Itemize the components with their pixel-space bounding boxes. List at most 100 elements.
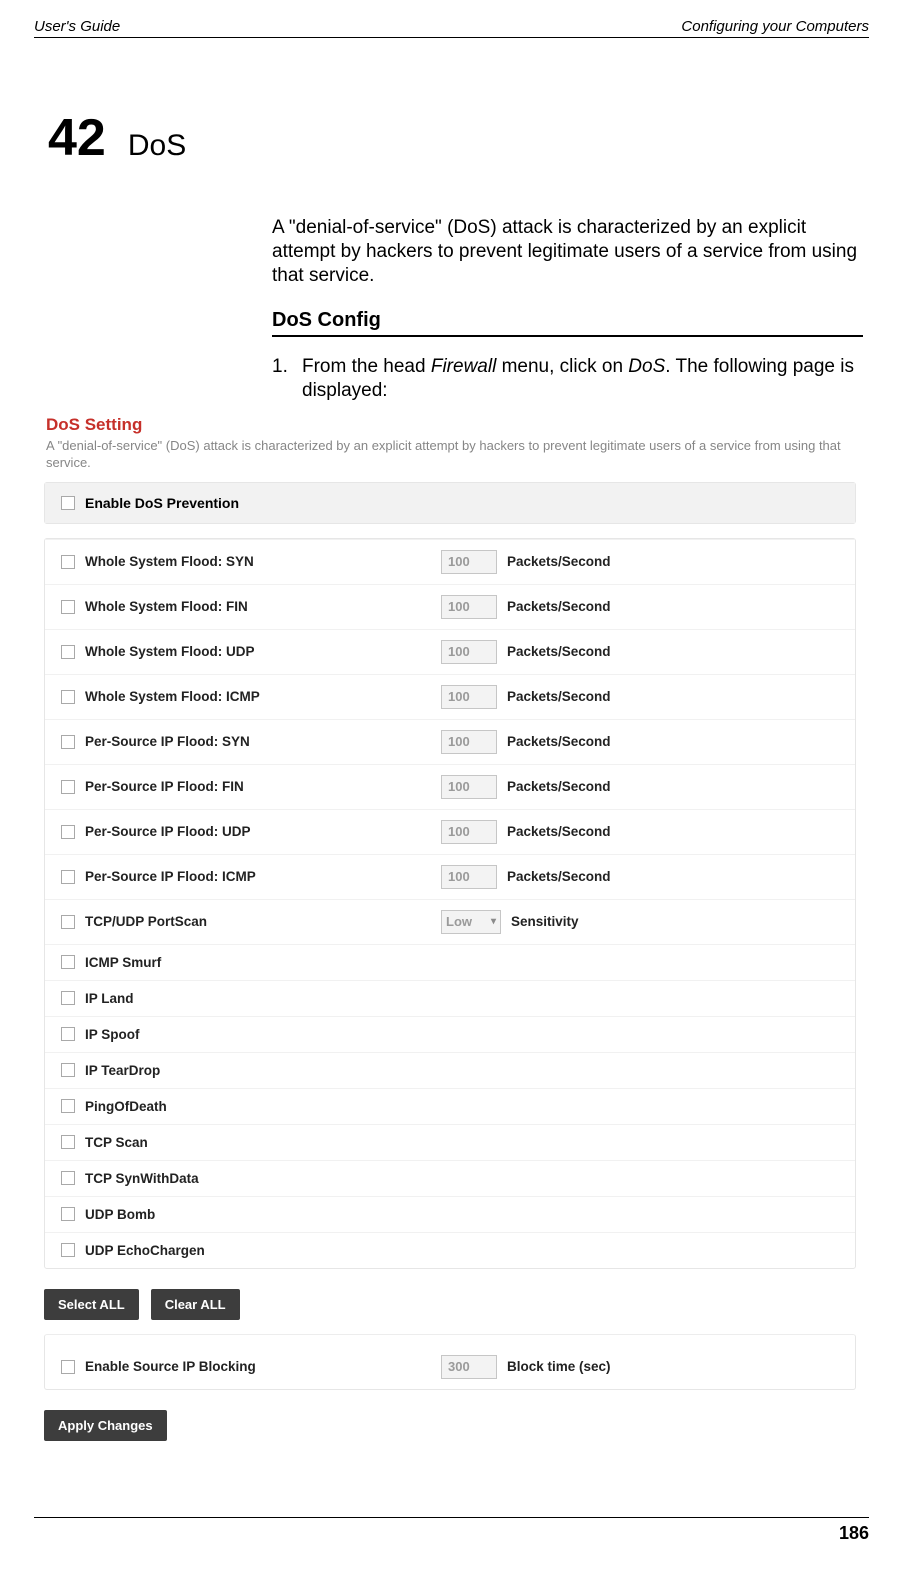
simple-row: PingOfDeath xyxy=(45,1088,855,1124)
apply-buttons: Apply Changes xyxy=(40,1404,860,1441)
rate-label: Whole System Flood: UDP xyxy=(85,644,255,659)
simple-checkbox[interactable] xyxy=(61,1027,75,1041)
rate-input[interactable]: 100 xyxy=(441,820,497,844)
simple-label: IP TearDrop xyxy=(85,1063,160,1078)
enable-row: Enable DoS Prevention xyxy=(45,483,855,523)
portscan-select[interactable]: Low ▾ xyxy=(441,910,501,934)
enable-dos-checkbox[interactable] xyxy=(61,496,75,510)
rate-row: Whole System Flood: UDP 100 Packets/Seco… xyxy=(45,629,855,674)
simple-label: IP Land xyxy=(85,991,134,1006)
rate-input[interactable]: 100 xyxy=(441,865,497,889)
chapter-heading: 42 DoS xyxy=(34,108,869,168)
rate-checkbox[interactable] xyxy=(61,825,75,839)
rate-input[interactable]: 100 xyxy=(441,640,497,664)
simple-row: UDP EchoChargen xyxy=(45,1232,855,1268)
dos-screenshot: DoS Setting A "denial-of-service" (DoS) … xyxy=(40,411,860,1441)
rate-checkbox[interactable] xyxy=(61,735,75,749)
section-rule xyxy=(272,335,863,337)
step-1: 1. From the head Firewall menu, click on… xyxy=(272,355,863,403)
step-item: DoS xyxy=(628,356,665,377)
rate-row: Per-Source IP Flood: SYN 100 Packets/Sec… xyxy=(45,719,855,764)
rate-checkbox[interactable] xyxy=(61,690,75,704)
rate-row: Whole System Flood: SYN 100 Packets/Seco… xyxy=(45,539,855,584)
simple-label: TCP SynWithData xyxy=(85,1171,199,1186)
portscan-label: TCP/UDP PortScan xyxy=(85,914,207,929)
section-heading: DoS Config xyxy=(272,309,863,332)
rate-unit: Packets/Second xyxy=(507,599,611,614)
simple-checkbox[interactable] xyxy=(61,1207,75,1221)
simple-row: IP Land xyxy=(45,980,855,1016)
rate-label: Per-Source IP Flood: FIN xyxy=(85,779,244,794)
simple-label: TCP Scan xyxy=(85,1135,148,1150)
apply-changes-button[interactable]: Apply Changes xyxy=(44,1410,167,1441)
rate-input[interactable]: 100 xyxy=(441,775,497,799)
screenshot-title: DoS Setting xyxy=(40,411,860,435)
bulk-buttons: Select ALL Clear ALL xyxy=(40,1283,860,1320)
simple-row: ICMP Smurf xyxy=(45,944,855,980)
step-number: 1. xyxy=(272,355,302,403)
rate-unit: Packets/Second xyxy=(507,644,611,659)
ipblock-checkbox[interactable] xyxy=(61,1360,75,1374)
enable-dos-label: Enable DoS Prevention xyxy=(85,495,239,511)
chapter-number: 42 xyxy=(48,108,106,168)
simple-row: UDP Bomb xyxy=(45,1196,855,1232)
rate-unit: Packets/Second xyxy=(507,689,611,704)
simple-row: IP Spoof xyxy=(45,1016,855,1052)
ipblock-input[interactable]: 300 xyxy=(441,1355,497,1379)
step-mid: menu, click on xyxy=(496,356,628,377)
rate-row: Whole System Flood: ICMP 100 Packets/Sec… xyxy=(45,674,855,719)
rate-label: Whole System Flood: FIN xyxy=(85,599,248,614)
simple-checkbox[interactable] xyxy=(61,1135,75,1149)
step-text: From the head Firewall menu, click on Do… xyxy=(302,355,863,403)
rate-unit: Packets/Second xyxy=(507,554,611,569)
ipblock-row: Enable Source IP Blocking 300 Block time… xyxy=(45,1345,855,1389)
rate-label: Per-Source IP Flood: ICMP xyxy=(85,869,256,884)
portscan-unit: Sensitivity xyxy=(511,914,579,929)
rate-input[interactable]: 100 xyxy=(441,595,497,619)
rate-checkbox[interactable] xyxy=(61,645,75,659)
simple-checkbox[interactable] xyxy=(61,1171,75,1185)
header-left: User's Guide xyxy=(34,18,120,35)
rate-checkbox[interactable] xyxy=(61,600,75,614)
rate-checkbox[interactable] xyxy=(61,870,75,884)
clear-all-button[interactable]: Clear ALL xyxy=(151,1289,240,1320)
rate-input[interactable]: 100 xyxy=(441,730,497,754)
rate-unit: Packets/Second xyxy=(507,734,611,749)
portscan-checkbox[interactable] xyxy=(61,915,75,929)
simple-checkbox[interactable] xyxy=(61,1099,75,1113)
rate-checkbox[interactable] xyxy=(61,555,75,569)
simple-row: TCP SynWithData xyxy=(45,1160,855,1196)
chapter-title: DoS xyxy=(128,129,186,163)
rate-row: Per-Source IP Flood: UDP 100 Packets/Sec… xyxy=(45,809,855,854)
rate-input[interactable]: 100 xyxy=(441,685,497,709)
rate-row: Per-Source IP Flood: FIN 100 Packets/Sec… xyxy=(45,764,855,809)
step-menu: Firewall xyxy=(431,356,496,377)
simple-checkbox[interactable] xyxy=(61,1243,75,1257)
header-right: Configuring your Computers xyxy=(681,18,869,35)
simple-checkbox[interactable] xyxy=(61,991,75,1005)
simple-checkbox[interactable] xyxy=(61,1063,75,1077)
rate-checkbox[interactable] xyxy=(61,780,75,794)
rate-row: Per-Source IP Flood: ICMP 100 Packets/Se… xyxy=(45,854,855,899)
ipblock-label: Enable Source IP Blocking xyxy=(85,1359,256,1374)
rate-label: Per-Source IP Flood: UDP xyxy=(85,824,251,839)
simple-label: PingOfDeath xyxy=(85,1099,167,1114)
portscan-value: Low xyxy=(446,914,472,929)
portscan-row: TCP/UDP PortScan Low ▾ Sensitivity xyxy=(45,899,855,944)
rate-unit: Packets/Second xyxy=(507,869,611,884)
select-all-button[interactable]: Select ALL xyxy=(44,1289,139,1320)
rate-label: Whole System Flood: ICMP xyxy=(85,689,260,704)
simple-checkbox[interactable] xyxy=(61,955,75,969)
step-pre: From the head xyxy=(302,356,431,377)
simple-label: UDP Bomb xyxy=(85,1207,155,1222)
rate-unit: Packets/Second xyxy=(507,779,611,794)
rate-label: Per-Source IP Flood: SYN xyxy=(85,734,250,749)
chevron-down-icon: ▾ xyxy=(491,916,496,927)
rate-row: Whole System Flood: FIN 100 Packets/Seco… xyxy=(45,584,855,629)
simple-row: TCP Scan xyxy=(45,1124,855,1160)
rate-unit: Packets/Second xyxy=(507,824,611,839)
intro-paragraph: A "denial-of-service" (DoS) attack is ch… xyxy=(272,216,863,287)
simple-label: ICMP Smurf xyxy=(85,955,161,970)
enable-panel: Enable DoS Prevention xyxy=(44,482,856,524)
rate-input[interactable]: 100 xyxy=(441,550,497,574)
